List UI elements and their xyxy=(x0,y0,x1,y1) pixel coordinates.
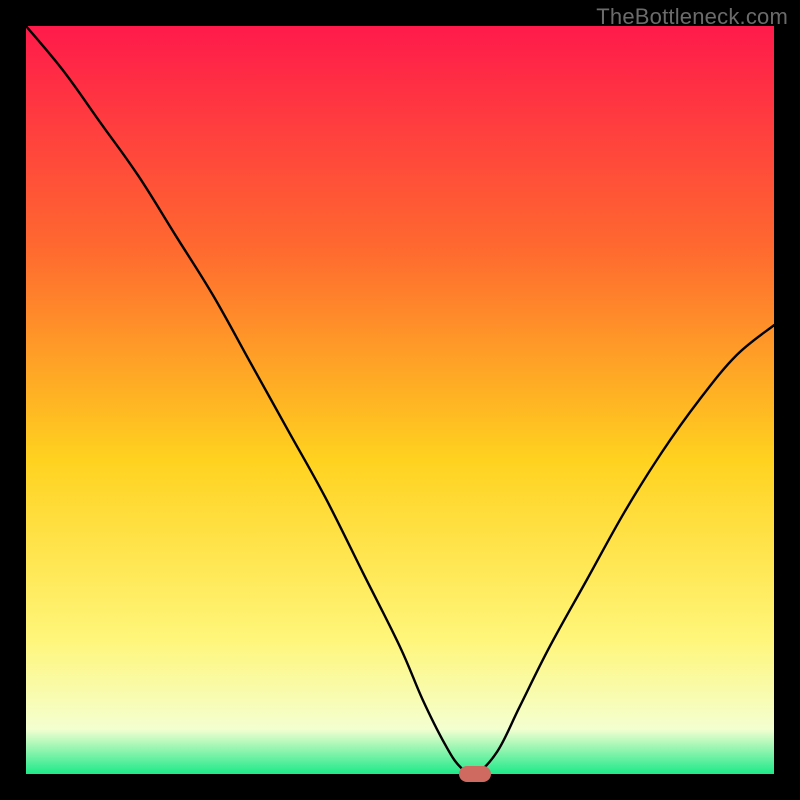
optimal-point-marker xyxy=(459,766,491,782)
plot-svg xyxy=(26,26,774,774)
plot-area xyxy=(26,26,774,774)
gradient-background xyxy=(26,26,774,774)
chart-frame: TheBottleneck.com xyxy=(0,0,800,800)
